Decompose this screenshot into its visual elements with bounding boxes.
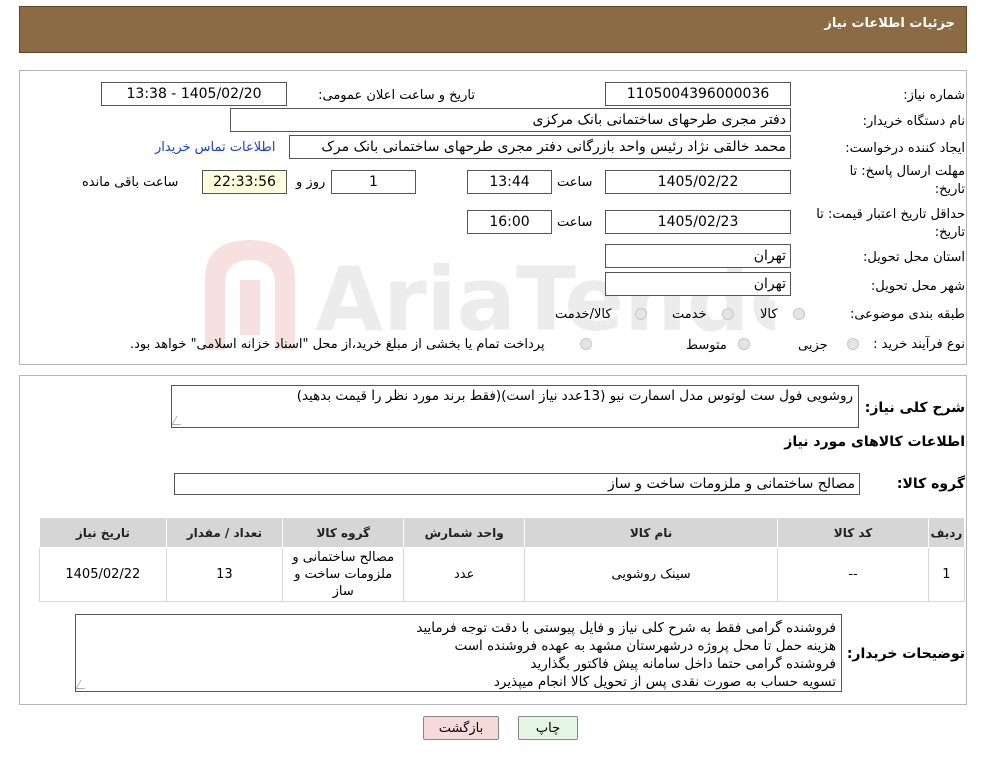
cell-group: مصالح ساختمانی و ملزومات ساخت و ساز — [281, 547, 405, 602]
cell-date: 1405/02/22 — [39, 547, 167, 602]
remaining-days: 1 — [331, 170, 416, 194]
table-row: 1 -- سینک روشویی عدد مصالح ساختمانی و مل… — [39, 547, 966, 602]
announce-datetime-field: 1405/02/20 - 13:38 — [101, 82, 287, 106]
cell-row: 1 — [927, 547, 966, 602]
price-time-label: ساعت — [557, 215, 593, 230]
province-label: استان محل تحویل: — [863, 250, 965, 265]
buyer-note-line: هزینه حمل تا محل پروژه درشهرستان مشهد به… — [454, 638, 836, 654]
buyer-notes-label: توضیحات خریدار: — [846, 646, 965, 662]
need-number-field: 1105004396000036 — [605, 82, 791, 106]
requester-label: ایجاد کننده درخواست: — [845, 141, 965, 156]
treasury-checkbox[interactable] — [580, 338, 592, 350]
category-label: طبقه بندی موضوعی: — [849, 307, 965, 322]
need-number-label: شماره نیاز: — [903, 88, 965, 103]
page-title: جزئیات اطلاعات نیاز — [824, 16, 955, 31]
goods-group-field: مصالح ساختمانی و ملزومات ساخت و ساز — [174, 473, 860, 495]
price-validity-label-2: تاریخ: — [934, 225, 965, 240]
cell-unit: عدد — [403, 547, 525, 602]
price-validity-label: حداقل تاریخ اعتبار قیمت: تا — [816, 207, 965, 222]
purchase-medium-radio[interactable] — [738, 338, 750, 350]
category-service-label: خدمت — [672, 307, 707, 322]
buyer-org-field: دفتر مجری طرحهای ساختمانی بانک مرکزی — [230, 108, 791, 132]
description-text: روشویی فول ست لوتوس مدل اسمارت نیو (13عد… — [296, 388, 853, 404]
city-label: شهر محل تحویل: — [870, 279, 965, 294]
remaining-label: ساعت باقی مانده — [82, 175, 179, 190]
category-both-label: کالا/خدمت — [555, 307, 612, 322]
print-button[interactable]: چاپ — [518, 716, 578, 740]
category-service-radio[interactable] — [722, 308, 734, 320]
province-field: تهران — [605, 244, 791, 268]
purchase-type-label: نوع فرآیند خرید : — [873, 337, 965, 352]
cell-qty: 13 — [165, 547, 284, 602]
table-header-row: ردیف کد کالا نام کالا واحد شمارش گروه کا… — [39, 517, 966, 548]
category-goods-radio[interactable] — [793, 308, 805, 320]
reply-deadline-date: 1405/02/22 — [605, 170, 791, 194]
announce-datetime-label: تاریخ و ساعت اعلان عمومی: — [318, 88, 475, 103]
description-label: شرح کلی نیاز: — [864, 400, 965, 416]
col-unit: واحد شمارش — [403, 517, 525, 548]
col-row: ردیف — [927, 517, 966, 548]
buyer-org-label: نام دستگاه خریدار: — [862, 114, 965, 129]
back-button[interactable]: بازگشت — [423, 716, 499, 740]
cell-name: سینک روشویی — [523, 547, 779, 602]
reply-deadline-label-2: تاریخ: — [934, 182, 965, 197]
buyer-note-line: فروشنده گرامی حتما داخل سامانه پیش فاکتو… — [530, 656, 836, 672]
col-date: تاریخ نیاز — [39, 517, 167, 548]
goods-group-label: گروه کالا: — [896, 476, 965, 492]
purchase-medium-label: متوسط — [686, 338, 727, 353]
buyer-notes-textarea[interactable]: فروشنده گرامی فقط به شرح کلی نیاز و فایل… — [75, 614, 842, 692]
requester-field: محمد خالقی نژاد رئیس واحد بازرگانی دفتر … — [289, 135, 791, 159]
buyer-note-line: تسویه حساب به صورت نقدی پس از تحویل کالا… — [493, 674, 836, 690]
col-qty: تعداد / مقدار — [165, 517, 284, 548]
price-validity-date: 1405/02/23 — [605, 210, 791, 234]
buyer-contact-link[interactable]: اطلاعات تماس خریدار — [155, 140, 275, 155]
col-name: نام کالا — [523, 517, 779, 548]
col-code: کد کالا — [777, 517, 929, 548]
reply-time-label: ساعت — [557, 175, 593, 190]
city-field: تهران — [605, 272, 791, 296]
items-table: ردیف کد کالا نام کالا واحد شمارش گروه کا… — [39, 517, 966, 602]
price-validity-time: 16:00 — [467, 210, 552, 234]
description-textarea[interactable]: روشویی فول ست لوتوس مدل اسمارت نیو (13عد… — [171, 385, 859, 428]
category-goods-label: کالا — [760, 307, 778, 322]
reply-deadline-time: 13:44 — [467, 170, 552, 194]
purchase-minor-radio[interactable] — [847, 338, 859, 350]
goods-section-title: اطلاعات کالاهای مورد نیاز — [784, 434, 965, 450]
treasury-note: پرداخت تمام یا بخشی از مبلغ خرید،از محل … — [130, 337, 545, 352]
reply-deadline-label: مهلت ارسال پاسخ: تا — [849, 164, 965, 179]
resize-grip-icon[interactable] — [172, 416, 186, 425]
days-label: روز و — [296, 175, 326, 190]
buyer-note-line: فروشنده گرامی فقط به شرح کلی نیاز و فایل… — [416, 620, 836, 636]
purchase-minor-label: جزیی — [798, 338, 828, 353]
col-group: گروه کالا — [281, 517, 405, 548]
category-both-radio[interactable] — [635, 308, 647, 320]
remaining-time: 22:33:56 — [202, 170, 287, 194]
cell-code: -- — [777, 547, 929, 602]
